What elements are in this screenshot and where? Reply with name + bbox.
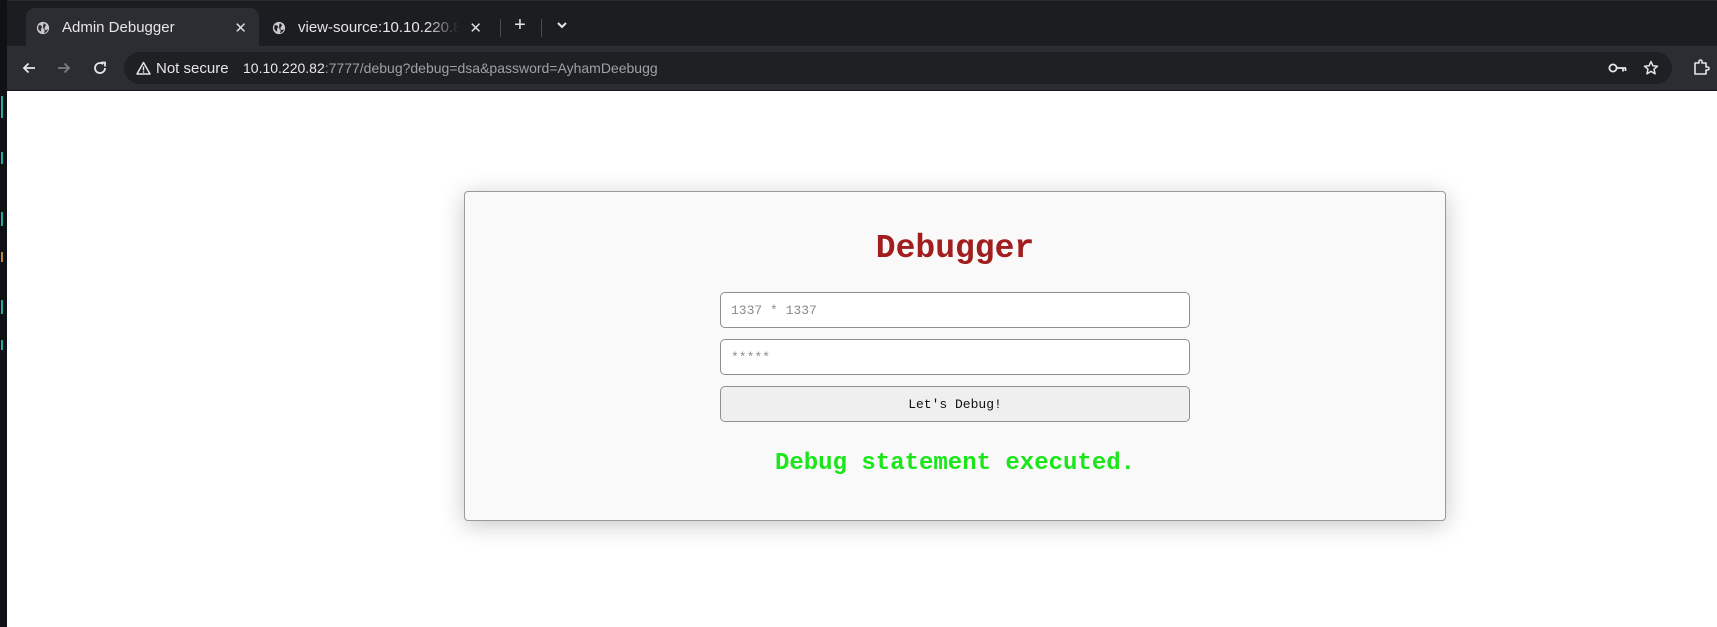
forward-button[interactable] [54, 58, 74, 78]
reload-button[interactable] [90, 58, 110, 78]
password-field[interactable] [720, 339, 1190, 375]
warning-icon [136, 61, 151, 75]
url-text[interactable]: 10.10.220.82:7777/debug?debug=dsa&passwo… [243, 52, 658, 84]
extensions-button[interactable] [1690, 56, 1712, 78]
site-info-button[interactable]: Not secure [136, 52, 229, 84]
tab-separator [541, 19, 542, 37]
back-icon [22, 62, 35, 74]
page-content: Debugger Let's Debug! Debug statement ex… [7, 91, 1717, 627]
globe-icon [272, 21, 286, 34]
url-host: 10.10.220.82 [243, 60, 325, 76]
bookmark-star-icon [1643, 60, 1659, 75]
not-secure-label: Not secure [156, 59, 229, 77]
tab-strip: Admin Debugger ✕ view-source:10.10.220.8… [0, 0, 1717, 47]
close-tab-icon[interactable]: ✕ [469, 19, 482, 37]
new-tab-button[interactable]: + [507, 13, 533, 37]
adjacent-window-edge [0, 0, 7, 627]
tab-search-button[interactable] [549, 13, 575, 37]
debug-expression-input[interactable] [720, 292, 1190, 328]
debugger-card: Debugger Let's Debug! Debug statement ex… [464, 191, 1446, 521]
chevron-down-icon [557, 22, 567, 29]
tab-title: Admin Debugger [62, 19, 175, 36]
reload-icon [94, 61, 106, 74]
tab-view-source[interactable]: view-source:10.10.220.82 ✕ [262, 8, 494, 47]
tab-separator [500, 19, 501, 37]
globe-icon [36, 21, 50, 34]
result-message: Debug statement executed. [774, 450, 1136, 477]
debug-submit-button[interactable]: Let's Debug! [720, 386, 1190, 422]
extensions-icon [1694, 59, 1710, 75]
browser-toolbar: Not secure 10.10.220.82:7777/debug?debug… [0, 46, 1717, 91]
address-bar[interactable]: Not secure 10.10.220.82:7777/debug?debug… [124, 52, 1672, 84]
url-path: :7777/debug?debug=dsa&password=AyhamDeeb… [324, 60, 658, 76]
password-key-icon [1608, 63, 1627, 73]
bookmark-button[interactable] [1641, 59, 1661, 77]
password-key-button[interactable] [1608, 59, 1628, 77]
back-button[interactable] [19, 58, 39, 78]
close-tab-icon[interactable]: ✕ [234, 19, 247, 37]
page-title: Debugger [875, 230, 1035, 267]
tab-title: view-source:10.10.220.82 [298, 19, 460, 36]
tab-admin-debugger[interactable]: Admin Debugger ✕ [26, 8, 259, 47]
forward-icon [58, 62, 71, 74]
